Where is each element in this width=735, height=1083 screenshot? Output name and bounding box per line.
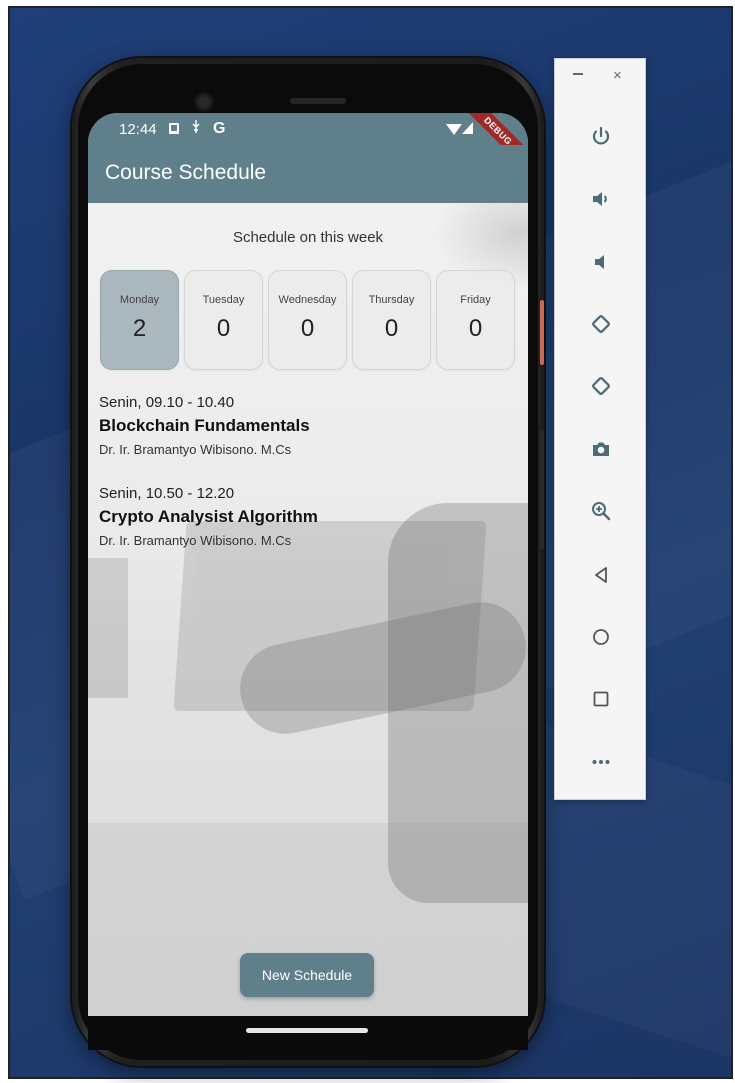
signal-icon xyxy=(462,122,473,134)
day-card-tuesday[interactable]: Tuesday 0 xyxy=(184,270,263,370)
volume-up-button[interactable] xyxy=(581,179,621,219)
volume-up-icon xyxy=(593,192,607,206)
course-lecturer: Dr. Ir. Bramantyo Wibisono. M.Cs xyxy=(99,533,292,548)
app-bar: Course Schedule xyxy=(88,145,528,203)
minimize-icon[interactable] xyxy=(573,73,583,75)
new-schedule-button[interactable]: New Schedule xyxy=(240,953,374,997)
google-icon: G xyxy=(213,120,226,137)
page-title: Course Schedule xyxy=(105,161,267,184)
phone-volume-key[interactable] xyxy=(540,430,544,550)
day-name: Thursday xyxy=(368,294,415,306)
day-name: Friday xyxy=(460,294,491,306)
rotate-right-button[interactable] xyxy=(581,366,621,406)
schedule-week-heading: Schedule on this week xyxy=(232,229,384,246)
home-icon xyxy=(593,629,609,645)
day-name: Wednesday xyxy=(278,294,337,306)
emulator-toolbar: × xyxy=(554,58,646,800)
day-name: Monday xyxy=(119,294,160,306)
day-course-count: 0 xyxy=(384,315,399,342)
home-button[interactable] xyxy=(581,617,621,657)
home-gesture-pill[interactable] xyxy=(246,1028,368,1033)
notification-icon xyxy=(169,123,179,134)
rotate-left-icon xyxy=(592,315,610,333)
day-card-thursday[interactable]: Thursday 0 xyxy=(352,270,431,370)
front-camera xyxy=(194,92,214,112)
rotate-right-icon xyxy=(592,377,610,395)
day-course-count: 0 xyxy=(300,315,315,342)
day-cards: Monday 2 Tuesday 0 Wednesday 0 Thursday … xyxy=(100,270,520,370)
course-item[interactable]: Senin, 10.50 - 12.20 Crypto Analysist Al… xyxy=(99,485,519,548)
power-icon xyxy=(592,126,610,145)
day-course-count: 0 xyxy=(468,315,483,342)
screenshot-icon xyxy=(593,442,609,456)
overview-button[interactable] xyxy=(581,679,621,719)
status-bar: 12:44 G DEBUG xyxy=(88,113,528,180)
day-card-wednesday[interactable]: Wednesday 0 xyxy=(268,270,347,370)
more-button[interactable] xyxy=(581,742,621,782)
day-course-count: 2 xyxy=(132,315,147,342)
course-time: Senin, 09.10 - 10.40 xyxy=(99,394,235,411)
zoom-icon xyxy=(592,502,611,521)
day-card-monday[interactable]: Monday 2 xyxy=(100,270,179,370)
rotate-left-button[interactable] xyxy=(581,304,621,344)
day-name: Tuesday xyxy=(202,294,245,306)
phone-screen: 12:44 G DEBUG Course Schedule Schedule o… xyxy=(88,113,528,1016)
day-course-count: 0 xyxy=(216,315,231,342)
volume-down-button[interactable] xyxy=(581,242,621,282)
back-icon xyxy=(595,567,607,583)
day-card-friday[interactable]: Friday 0 xyxy=(436,270,515,370)
course-lecturer: Dr. Ir. Bramantyo Wibisono. M.Cs xyxy=(99,442,292,457)
course-time: Senin, 10.50 - 12.20 xyxy=(99,485,235,502)
background-photo-laptop-left xyxy=(88,558,128,698)
screenshot-button[interactable] xyxy=(581,429,621,469)
course-title: Crypto Analysist Algorithm xyxy=(99,507,318,526)
phone-power-key[interactable] xyxy=(540,300,544,365)
schedule-content: Schedule on this week Monday 2 Tuesday 0… xyxy=(88,203,528,1016)
course-item[interactable]: Senin, 09.10 - 10.40 Blockchain Fundamen… xyxy=(99,394,519,457)
earpiece-speaker xyxy=(290,98,346,104)
overview-icon xyxy=(593,691,609,707)
close-icon[interactable]: × xyxy=(613,68,622,83)
course-title: Blockchain Fundamentals xyxy=(99,416,310,435)
usb-icon xyxy=(191,120,201,137)
gesture-nav-bar xyxy=(88,1016,528,1050)
power-button[interactable] xyxy=(581,117,621,157)
volume-down-icon xyxy=(595,255,604,269)
status-time: 12:44 xyxy=(119,121,157,138)
wifi-icon xyxy=(446,124,462,135)
back-button[interactable] xyxy=(581,555,621,595)
zoom-button[interactable] xyxy=(581,491,621,531)
more-icon xyxy=(592,760,610,764)
emulator-window-controls: × xyxy=(555,59,647,91)
